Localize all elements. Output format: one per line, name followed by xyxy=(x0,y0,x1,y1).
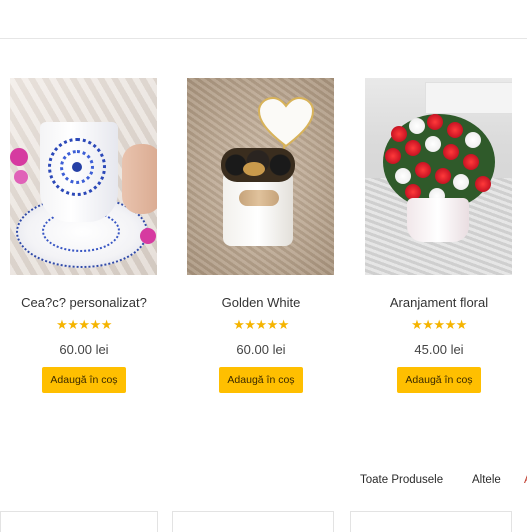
filter-all-products[interactable]: Toate Produsele xyxy=(360,474,443,486)
product-card[interactable]: Aranjament floral ★★★★★ 45.00 lei Adaugă… xyxy=(365,78,513,393)
rating-stars: ★★★★★ xyxy=(56,317,112,332)
add-to-cart-button[interactable]: Adaugă în coș xyxy=(42,367,126,393)
product-card[interactable]: Golden White ★★★★★ 60.00 lei Adaugă în c… xyxy=(187,78,335,393)
product-price: 60.00 lei xyxy=(236,342,286,357)
product-title[interactable]: Cea?c? personalizat? xyxy=(10,295,158,310)
category-filter-bar: Toate Produsele Altele A xyxy=(0,474,527,492)
product-title[interactable]: Golden White xyxy=(187,295,335,310)
header-divider xyxy=(0,38,527,39)
product-image[interactable] xyxy=(365,78,512,275)
product-image[interactable] xyxy=(187,78,334,275)
add-to-cart-button[interactable]: Adaugă în coș xyxy=(219,367,303,393)
product-card[interactable]: Cea?c? personalizat? ★★★★★ 60.00 lei Ada… xyxy=(10,78,158,393)
product-card[interactable] xyxy=(172,511,334,532)
product-price: 45.00 lei xyxy=(414,342,464,357)
product-title[interactable]: Aranjament floral xyxy=(365,295,513,310)
product-card[interactable] xyxy=(350,511,512,532)
product-price: 60.00 lei xyxy=(59,342,109,357)
rating-stars: ★★★★★ xyxy=(233,317,289,332)
add-to-cart-button[interactable]: Adaugă în coș xyxy=(397,367,481,393)
filter-other[interactable]: Altele xyxy=(472,474,501,486)
product-card[interactable] xyxy=(0,511,158,532)
rating-stars: ★★★★★ xyxy=(411,317,467,332)
product-image[interactable] xyxy=(10,78,157,275)
